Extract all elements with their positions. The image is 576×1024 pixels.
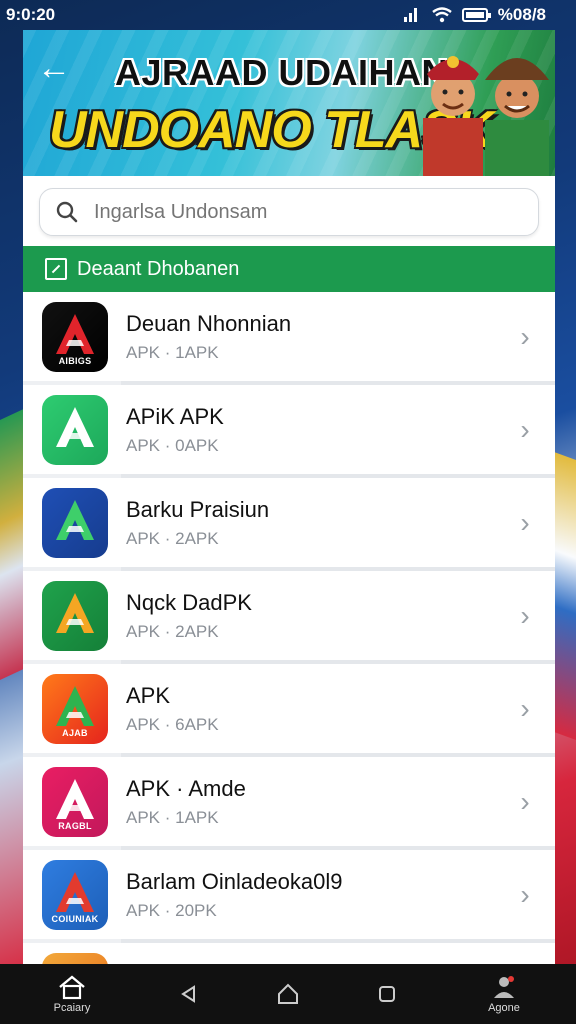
- app-name: Barlam Oinladeoka0l9: [126, 868, 343, 894]
- app-icon-tag: AIBIGS: [58, 355, 92, 366]
- square-recent-icon[interactable]: [377, 984, 397, 1004]
- app-logo-a-icon: [56, 499, 94, 540]
- app-list-item[interactable]: AJAB APK APK · 6APK ›: [23, 664, 555, 757]
- checkbox-edit-icon: [45, 258, 67, 280]
- nav-profile-label: Agone: [488, 1002, 520, 1014]
- app-logo-a-icon: [56, 592, 94, 633]
- app-list-item[interactable]: COIUNIAK Barlam Oinladeoka0l9 APK · 20PK…: [23, 850, 555, 943]
- app-card: ← AJRAAD UDAIHAN UNDOANO TLASK Ingarlsa …: [23, 30, 555, 964]
- app-icon-tag: COIUNIAK: [51, 913, 99, 924]
- app-meta: APK · 6APK: [126, 714, 219, 734]
- app-icon[interactable]: [42, 394, 108, 465]
- status-battery-text: %08/8: [497, 5, 546, 24]
- search-input[interactable]: [94, 200, 474, 224]
- app-meta: APK · 20PK: [126, 900, 217, 920]
- app-text: Deuan Nhonnian APK · 1APK: [126, 311, 505, 363]
- app-list-item[interactable]: APiK APK APK · 0APK ›: [23, 385, 555, 478]
- app-name: Barku Praisiun: [126, 496, 270, 522]
- chevron-right-icon[interactable]: ›: [505, 786, 545, 818]
- header-banner: ← AJRAAD UDAIHAN UNDOANO TLASK: [23, 30, 555, 176]
- app-icon[interactable]: COIUNIAK: [42, 859, 108, 930]
- signal-icon: [403, 8, 422, 22]
- nav-home-label: Pcaiary: [53, 1002, 91, 1014]
- app-meta: APK · 1APK: [126, 342, 219, 362]
- navigation-bar: Pcaiary Agone: [0, 964, 576, 1024]
- app-icon[interactable]: AJAB: [42, 673, 108, 744]
- home-icon: [59, 975, 85, 1000]
- section-header[interactable]: Deaant Dhobanen: [23, 246, 555, 292]
- app-list: AIBIGS Deuan Nhonnian APK · 1APK › APiK …: [23, 292, 555, 964]
- nav-profile-tab[interactable]: Agone: [474, 974, 534, 1014]
- status-bar: 9:0:20 %08/8: [0, 0, 576, 30]
- search-section: [23, 176, 555, 246]
- app-list-item[interactable]: RAGBL APK · Amde APK · 1APK ›: [23, 757, 555, 850]
- app-icon[interactable]: [42, 487, 108, 558]
- triangle-back-icon[interactable]: [179, 984, 199, 1004]
- app-icon[interactable]: [42, 580, 108, 651]
- app-name: APK: [126, 682, 171, 708]
- chevron-right-icon[interactable]: ›: [505, 693, 545, 725]
- app-icon[interactable]: RAGBL: [42, 766, 108, 837]
- mascot-officer-illustration: [423, 56, 483, 176]
- app-text: APK APK · 6APK: [126, 683, 505, 735]
- search-icon[interactable]: [56, 201, 78, 223]
- app-icon-tag: RAGBL: [58, 820, 92, 831]
- app-text: Barlam Oinladeoka0l9 APK · 20PK: [126, 869, 505, 921]
- app-text: Nqck DadPK APK · 2APK: [126, 590, 505, 642]
- app-icon[interactable]: [42, 952, 108, 965]
- app-icon[interactable]: AIBIGS: [42, 301, 108, 372]
- chevron-right-icon[interactable]: ›: [505, 879, 545, 911]
- app-meta: APK · 1APK: [126, 807, 219, 827]
- app-name: APK · Amde: [126, 775, 246, 801]
- app-meta: APK · 2APK: [126, 621, 219, 641]
- app-list-item[interactable]: Barku Praisiun APK · 2APK ›: [23, 478, 555, 571]
- status-icons: %08/8: [403, 5, 546, 25]
- chevron-right-icon[interactable]: ›: [505, 414, 545, 446]
- circle-home-icon[interactable]: [276, 982, 300, 1006]
- chevron-right-icon[interactable]: ›: [505, 507, 545, 539]
- app-name: Nqck DadPK: [126, 589, 252, 615]
- mascot-farmer-illustration: [485, 58, 549, 176]
- chevron-right-icon[interactable]: ›: [505, 600, 545, 632]
- chevron-right-icon[interactable]: ›: [505, 321, 545, 353]
- battery-icon: [461, 8, 491, 22]
- app-text: APK · Amde APK · 1APK: [126, 776, 505, 828]
- banner-title-line1: AJRAAD UDAIHAN: [115, 52, 449, 93]
- section-label: Deaant Dhobanen: [77, 257, 240, 280]
- app-meta: APK · 0APK: [126, 435, 219, 455]
- wifi-icon: [432, 7, 452, 23]
- app-list-item[interactable]: AIBIGS Deuan Nhonnian APK · 1APK ›: [23, 292, 555, 385]
- app-logo-a-icon: [56, 406, 94, 447]
- app-name: APiK APK: [126, 403, 224, 429]
- app-name: Deuan Nhonnian: [126, 310, 292, 336]
- status-time: 9:0:20: [6, 5, 56, 24]
- app-text: Barku Praisiun APK · 2APK: [126, 497, 505, 549]
- nav-home-tab[interactable]: Pcaiary: [42, 974, 102, 1014]
- search-bar[interactable]: [39, 188, 539, 236]
- person-icon: [494, 976, 514, 998]
- app-text: APiK APK APK · 0APK: [126, 404, 505, 456]
- back-arrow-icon[interactable]: ←: [37, 50, 73, 86]
- app-list-item[interactable]: Dadahan ODK APK · 3APK ›: [23, 943, 555, 964]
- app-list-item[interactable]: Nqck DadPK APK · 2APK ›: [23, 571, 555, 664]
- app-meta: APK · 2APK: [126, 528, 219, 548]
- app-logo-a-icon: [42, 953, 108, 965]
- app-icon-tag: AJAB: [62, 727, 88, 738]
